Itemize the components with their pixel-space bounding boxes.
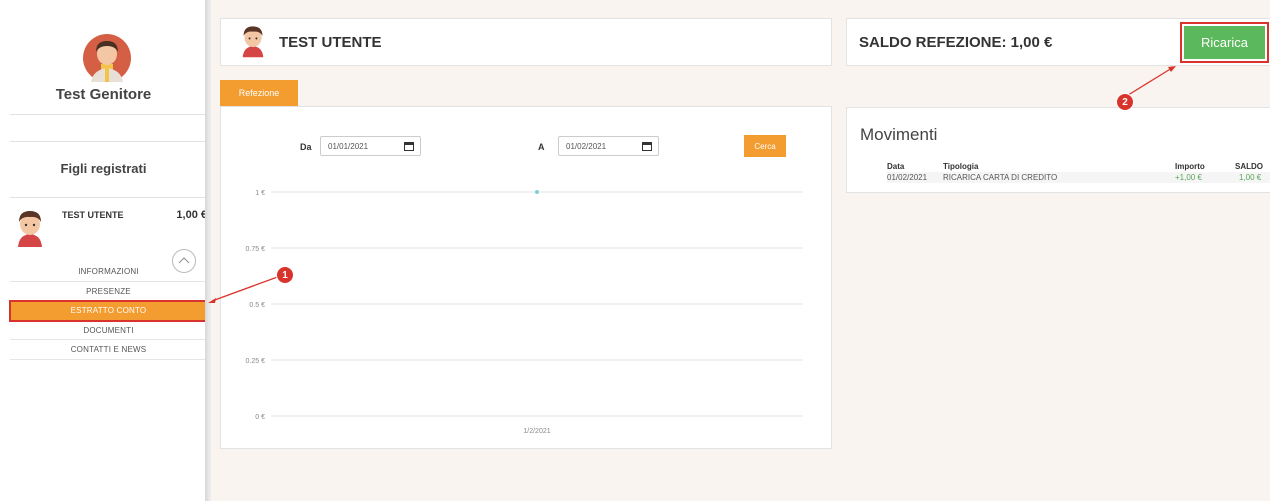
parent-avatar xyxy=(83,34,131,82)
row-amount: +1,00 € xyxy=(1175,172,1229,183)
column-header-data: Data xyxy=(887,162,905,171)
balance-chart: 0 € 0.25 € 0.5 € 0.75 € 1 € 1/2/2021 xyxy=(246,190,803,435)
table-row[interactable]: 01/02/2021 RICARICA CARTA DI CREDITO +1,… xyxy=(847,172,1270,183)
movements-panel: Movimenti Data Tipologia Importo SALDO 0… xyxy=(846,107,1270,193)
user-header-panel: TEST UTENTE xyxy=(220,18,832,66)
annotation-badge: 2 xyxy=(1116,93,1134,111)
main-content: TEST UTENTE SALDO REFEZIONE: 1,00 € Rica… xyxy=(211,0,1270,501)
menu-item-presenze[interactable]: PRESENZE xyxy=(10,282,207,301)
chart-panel: Da 01/01/2021 A 01/02/2021 Cerca 0 €0.25… xyxy=(220,106,832,449)
column-header-tipologia: Tipologia xyxy=(943,162,979,171)
tab-refezione[interactable]: Refezione xyxy=(220,80,298,106)
balance-title: SALDO REFEZIONE: 1,00 € xyxy=(859,34,1053,51)
menu-item-estratto-conto[interactable]: ESTRATTO CONTO xyxy=(9,300,208,322)
annotation-badge: 1 xyxy=(276,266,294,284)
table-header-row: Data Tipologia Importo SALDO xyxy=(847,161,1270,172)
menu-item-documenti[interactable]: DOCUMENTI xyxy=(10,321,207,340)
menu-item-contatti-news[interactable]: CONTATTI E NEWS xyxy=(10,340,207,360)
row-date: 01/02/2021 xyxy=(887,172,943,183)
user-title: TEST UTENTE xyxy=(279,34,382,51)
divider xyxy=(10,197,207,198)
column-header-importo: Importo xyxy=(1175,162,1205,171)
divider xyxy=(10,114,207,115)
sidebar: Test Genitore Figli registrati TEST UTEN… xyxy=(0,0,208,501)
y-tick-label: 0.75 € xyxy=(246,246,266,253)
y-tick-label: 0.5 € xyxy=(249,302,265,309)
child-card[interactable]: TEST UTENTE 1,00 € xyxy=(10,205,207,249)
movements-table: Data Tipologia Importo SALDO 01/02/2021 … xyxy=(847,161,1270,183)
user-avatar xyxy=(241,24,265,58)
balance-panel: SALDO REFEZIONE: 1,00 € Ricarica xyxy=(846,18,1270,66)
children-section-title: Figli registrati xyxy=(60,161,147,176)
row-balance: 1,00 € xyxy=(1229,172,1270,183)
column-header-saldo: SALDO xyxy=(1235,162,1263,171)
x-tick-label: 1/2/2021 xyxy=(523,428,550,435)
divider xyxy=(10,141,207,142)
child-menu: INFORMAZIONI PRESENZE ESTRATTO CONTO DOC… xyxy=(9,262,208,360)
child-avatar xyxy=(16,209,44,247)
ricarica-button[interactable]: Ricarica xyxy=(1180,22,1269,63)
movements-title: Movimenti xyxy=(860,125,938,144)
menu-item-informazioni[interactable]: INFORMAZIONI xyxy=(10,262,207,282)
y-tick-label: 0 € xyxy=(255,414,265,421)
data-point[interactable] xyxy=(535,190,539,194)
y-tick-label: 0.25 € xyxy=(246,358,266,365)
parent-name: Test Genitore xyxy=(55,86,152,103)
child-name: TEST UTENTE xyxy=(62,210,124,220)
row-type: RICARICA CARTA DI CREDITO xyxy=(943,172,1175,183)
child-balance: 1,00 € xyxy=(176,209,207,221)
y-tick-label: 1 € xyxy=(255,190,265,197)
